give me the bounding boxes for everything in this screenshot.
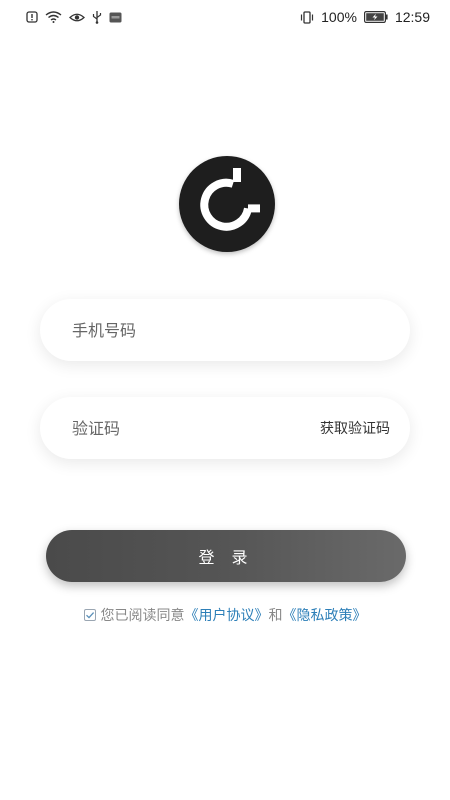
status-bar-left: [26, 10, 122, 24]
status-bar: 100% 12:59: [0, 0, 450, 34]
agreement-prefix: 您已阅读同意: [100, 608, 185, 624]
phone-field-container: [40, 299, 410, 361]
vibrate-icon: [300, 10, 314, 24]
alert-icon: [26, 11, 38, 23]
verification-code-input[interactable]: [72, 418, 320, 438]
battery-percent: 100%: [321, 9, 357, 25]
phone-input[interactable]: [72, 320, 390, 340]
app-logo: [179, 156, 275, 252]
login-button[interactable]: 登 录: [46, 530, 406, 582]
app-logo-icon: [200, 168, 260, 231]
code-field-container: 获取验证码: [40, 397, 410, 459]
eye-icon: [69, 12, 85, 23]
privacy-policy-link[interactable]: 《隐私政策》: [283, 605, 367, 625]
nfc-icon: [109, 12, 122, 23]
user-agreement-link[interactable]: 《用户协议》: [185, 605, 269, 625]
battery-icon: [363, 11, 388, 23]
checkmark-icon: [85, 612, 94, 619]
wifi-icon: [45, 11, 62, 23]
usb-icon: [92, 10, 102, 24]
get-code-button[interactable]: 获取验证码: [320, 418, 390, 438]
status-bar-right: 100% 12:59: [300, 9, 430, 25]
agreement-checkbox[interactable]: [83, 609, 96, 621]
status-time: 12:59: [394, 9, 430, 25]
agreement-conjunction: 和: [268, 608, 283, 624]
agreement-row: 您已阅读同意 《用户协议》 和 《隐私政策》: [0, 605, 450, 625]
